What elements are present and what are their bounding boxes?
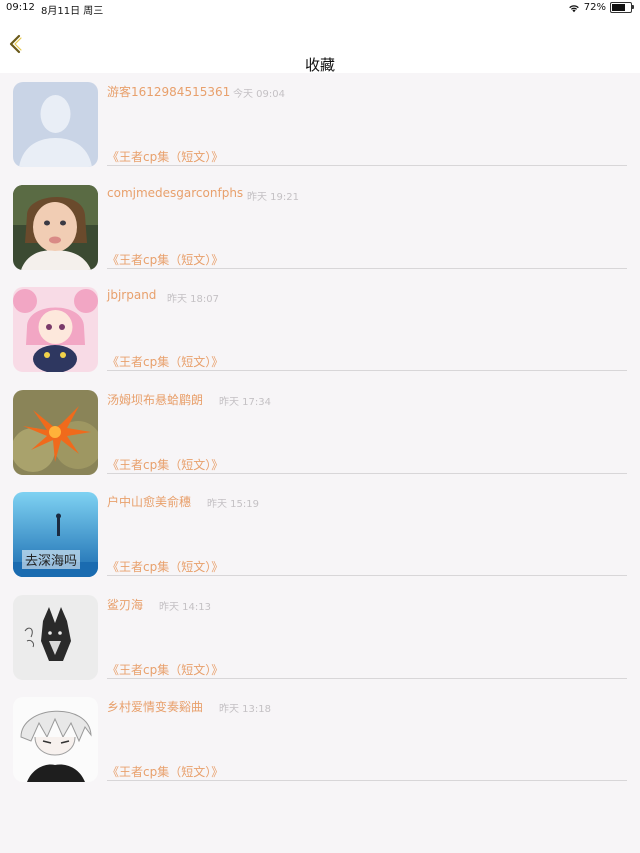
divider — [107, 165, 627, 166]
avatar[interactable]: 去深海吗 — [13, 492, 98, 577]
book-title[interactable]: 《王者cp集（短文）》 — [107, 353, 223, 370]
book-title[interactable]: 《王者cp集（短文）》 — [107, 558, 223, 575]
username[interactable]: 乡村爱情变奏谿曲 — [107, 698, 203, 715]
username[interactable]: 汤姆坝布悬蛤鹛朗 — [107, 391, 203, 408]
timestamp: 今天 09:04 — [233, 89, 285, 100]
page-title: 收藏 — [304, 56, 335, 74]
divider — [107, 472, 627, 474]
username[interactable]: 游客1612984515361 — [107, 83, 230, 100]
battery-percent: 72% — [583, 2, 606, 13]
divider — [107, 267, 627, 269]
divider — [107, 780, 627, 781]
avatar[interactable] — [13, 594, 98, 680]
list-item[interactable]: 去深海吗 户中山愈美俞穗 昨天 15:19 《王者cp集（短文）》 — [0, 483, 640, 586]
username[interactable]: comjmedesgarconfphs — [107, 186, 243, 200]
divider — [107, 677, 627, 679]
favorites-list: 游客1612984515361 今天 09:04 《王者cp集（短文）》 com… — [0, 73, 640, 791]
book-title[interactable]: 《王者cp集（短文）》 — [107, 661, 223, 678]
avatar[interactable] — [13, 697, 98, 782]
avatar-caption: 去深海吗 — [22, 550, 81, 569]
cactus-flower-avatar — [13, 389, 98, 475]
list-item[interactable]: comjmedesgarconfphs 昨天 19:21 《王者cp集（短文）》 — [0, 176, 640, 279]
status-time: 09:12 — [6, 2, 35, 13]
anime-boy-avatar — [13, 697, 98, 782]
nav-bar: 收藏 — [0, 17, 640, 74]
avatar[interactable] — [13, 287, 98, 372]
wifi-icon — [568, 4, 579, 12]
default-avatar-icon — [13, 82, 98, 167]
timestamp: 昨天 15:19 — [207, 499, 259, 510]
timestamp: 昨天 17:34 — [219, 396, 271, 408]
timestamp: 昨天 18:07 — [167, 294, 219, 305]
username[interactable]: 户中山愈美俞穗 — [107, 493, 191, 510]
username[interactable]: 鲨刃海 — [107, 596, 143, 613]
book-title[interactable]: 《王者cp集（短文）》 — [107, 456, 223, 473]
child-photo-avatar — [13, 184, 98, 270]
book-title[interactable]: 《王者cp集（短文）》 — [107, 148, 223, 165]
avatar[interactable] — [13, 184, 98, 270]
timestamp: 昨天 14:13 — [159, 601, 211, 613]
divider — [107, 575, 627, 576]
anime-girl-avatar — [13, 287, 98, 372]
avatar[interactable] — [13, 82, 98, 167]
list-item[interactable]: 游客1612984515361 今天 09:04 《王者cp集（短文）》 — [0, 73, 640, 176]
divider — [107, 370, 627, 371]
avatar[interactable] — [13, 389, 98, 475]
status-bar: 09:12 8月11日 周三 72% — [0, 0, 640, 17]
chevron-left-icon — [9, 34, 22, 54]
book-title[interactable]: 《王者cp集（短文）》 — [107, 763, 223, 780]
username[interactable]: jbjrpand — [107, 288, 156, 302]
status-right: 72% — [568, 2, 634, 13]
status-date: 8月11日 周三 — [41, 6, 104, 17]
wolf-sketch-avatar — [13, 594, 98, 680]
book-title[interactable]: 《王者cp集（短文）》 — [107, 251, 223, 268]
favorites-page: 09:12 8月11日 周三 72% 收藏 游客1612984515361 今天… — [0, 0, 640, 853]
back-button[interactable] — [6, 33, 26, 55]
list-item[interactable]: 鲨刃海 昨天 14:13 《王者cp集（短文）》 — [0, 586, 640, 689]
list-item[interactable]: jbjrpand 昨天 18:07 《王者cp集（短文）》 — [0, 278, 640, 381]
timestamp: 昨天 19:21 — [247, 191, 299, 203]
timestamp: 昨天 13:18 — [219, 704, 271, 715]
battery-icon — [610, 2, 634, 13]
list-item[interactable]: 汤姆坝布悬蛤鹛朗 昨天 17:34 《王者cp集（短文）》 — [0, 381, 640, 484]
list-item[interactable]: 乡村爱情变奏谿曲 昨天 13:18 《王者cp集（短文）》 — [0, 688, 640, 791]
battery-level — [612, 4, 625, 11]
